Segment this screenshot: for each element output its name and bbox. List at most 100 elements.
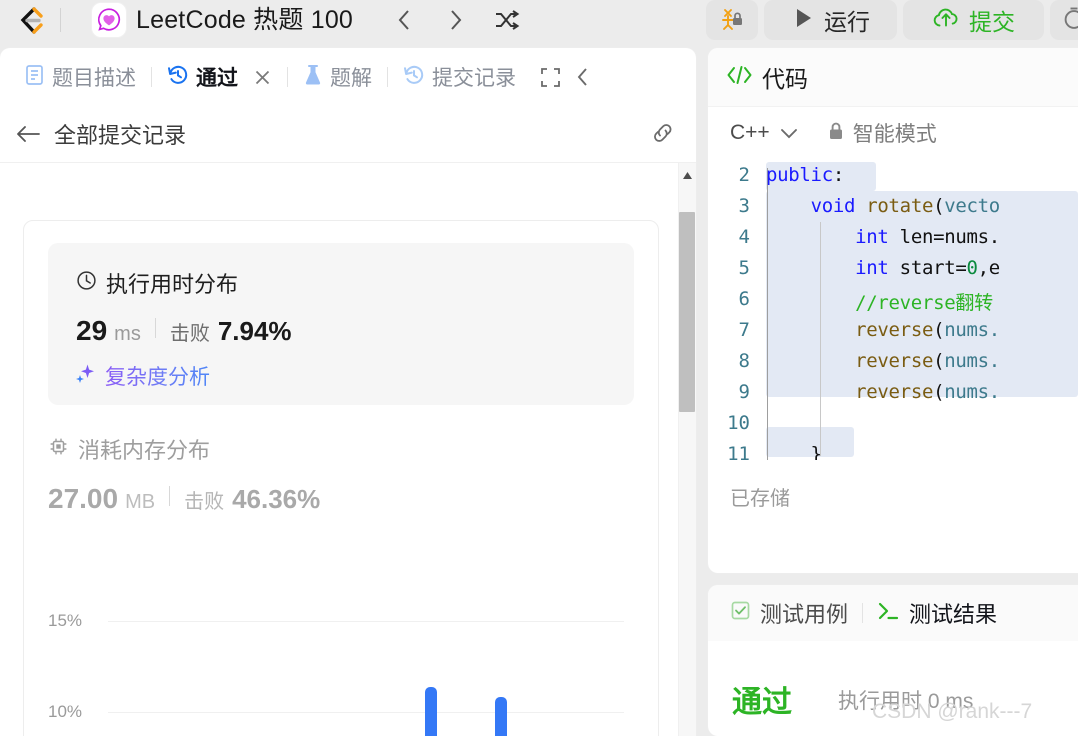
flask-icon (303, 64, 323, 91)
line-number: 5 (738, 257, 750, 279)
submit-button[interactable]: 提交 (903, 0, 1044, 40)
code-gutter: 2 3 4 5 6 7 8 9 10 11 12 (708, 160, 758, 460)
memory-beat-value: 46.36% (232, 484, 321, 514)
arrow-left-icon[interactable] (14, 120, 42, 148)
code-line: int start=0,e (855, 257, 1000, 279)
code-brackets-icon (726, 64, 753, 91)
line-number: 11 (727, 443, 750, 460)
tab-test-result[interactable]: 测试结果 (877, 597, 997, 629)
value-divider (154, 318, 156, 338)
tab-description-label: 题目描述 (52, 67, 136, 90)
code-line: void rotate(vecto (810, 195, 1001, 217)
tab-testcase-label: 测试用例 (760, 602, 849, 627)
tab-divider (862, 603, 864, 623)
collapse-left-icon[interactable] (567, 66, 599, 88)
close-icon[interactable] (253, 68, 272, 87)
submissions-title: 全部提交记录 (54, 123, 187, 148)
toolbar-divider (60, 8, 61, 32)
run-button-label: 运行 (824, 9, 870, 35)
code-editor[interactable]: 2 3 4 5 6 7 8 9 10 11 12 public: void ro… (708, 160, 1078, 460)
page-title: LeetCode 热题 100 (136, 6, 354, 34)
memory-value: 27.00 (48, 483, 119, 514)
memory-title: 消耗内存分布 (78, 438, 211, 463)
runtime-unit: ms (114, 323, 141, 345)
line-number: 7 (738, 319, 750, 341)
code-line: reverse(nums. (855, 350, 1000, 372)
chart-bar[interactable] (495, 697, 507, 736)
chart-ytick-label: 10% (48, 702, 83, 721)
code-panel: 代码 C++ 智能模式 2 3 4 5 6 7 8 9 10 11 public… (708, 48, 1078, 573)
line-number: 2 (738, 164, 750, 186)
tab-solutions[interactable]: 题解 (293, 57, 382, 97)
history-icon (167, 64, 189, 91)
chart-bar[interactable] (425, 687, 437, 736)
memory-beat-label: 击败 (184, 491, 225, 513)
left-panel: 题目描述 通过 题解 提交记录 全部提交记录 执行用时分布 29 ms 击败 7… (0, 48, 696, 736)
sparkle-icon (74, 362, 97, 390)
scrollbar-thumb[interactable] (679, 212, 695, 412)
verdict-status: 通过 (732, 686, 792, 719)
code-line: //reverse翻转 (766, 292, 993, 314)
heart-bubble-icon[interactable] (92, 3, 126, 37)
line-number: 9 (738, 381, 750, 403)
tab-testcase[interactable]: 测试用例 (730, 597, 848, 629)
memory-unit: MB (125, 491, 156, 513)
tab-submissions[interactable]: 提交记录 (393, 57, 526, 97)
tab-test-result-label: 测试结果 (909, 602, 998, 627)
run-button[interactable]: 运行 (764, 0, 897, 40)
code-panel-title: 代码 (762, 66, 808, 92)
line-number: 10 (727, 412, 750, 434)
memory-distribution-chart: 15% 10% (48, 571, 634, 736)
code-language-row: C++ 智能模式 (708, 106, 1078, 161)
code-line: reverse(nums. (855, 381, 1000, 403)
runtime-value-row: 29 ms 击败 7.94% (76, 315, 292, 347)
submission-subheader: 全部提交记录 (0, 106, 696, 163)
expand-icon[interactable] (534, 67, 567, 88)
tab-accepted[interactable]: 通过 (157, 57, 282, 97)
leetcode-logo-icon[interactable] (14, 6, 46, 36)
submission-detail-card: 执行用时分布 29 ms 击败 7.94% 复杂度分析 消耗内存分布 27.00… (23, 220, 659, 736)
debug-button[interactable] (706, 0, 758, 40)
line-number: 6 (738, 288, 750, 310)
runtime-value: 29 (76, 315, 108, 346)
code-line: public: (766, 164, 844, 186)
timer-button[interactable] (1050, 0, 1078, 40)
tab-submissions-label: 提交记录 (432, 67, 516, 90)
tab-accepted-label: 通过 (196, 67, 238, 90)
memory-value-row: 27.00 MB 击败 46.36% (48, 483, 320, 515)
code-panel-header: 代码 (708, 48, 1078, 107)
smart-mode-toggle[interactable]: 智能模式 (827, 118, 937, 148)
top-toolbar: LeetCode 热题 100 运行 提交 (0, 0, 1078, 40)
code-line: int len=nums. (855, 226, 1000, 248)
debug-lock-icon (719, 5, 745, 36)
saved-status: 已存储 (730, 488, 790, 510)
checkbox-icon (730, 600, 751, 626)
clock-icon (76, 270, 97, 296)
submission-scroll-content: 执行用时分布 29 ms 击败 7.94% 复杂度分析 消耗内存分布 27.00… (0, 163, 696, 736)
value-divider (169, 486, 171, 506)
code-line: } (766, 443, 822, 460)
tab-description[interactable]: 题目描述 (14, 57, 146, 97)
watermark: CSDN @rank---7 (872, 700, 1033, 723)
prev-problem-button[interactable] (388, 4, 422, 36)
chart-gridline (108, 712, 624, 713)
left-panel-tabbar: 题目描述 通过 题解 提交记录 (0, 48, 696, 106)
language-selector-label[interactable]: C++ (730, 121, 770, 145)
shuffle-icon[interactable] (490, 4, 524, 36)
tab-divider (151, 67, 152, 87)
line-number: 4 (738, 226, 750, 248)
play-icon (791, 6, 815, 35)
link-icon[interactable] (648, 118, 678, 148)
chevron-down-icon[interactable] (779, 126, 799, 140)
runtime-beat-label: 击败 (169, 323, 210, 345)
tab-divider (387, 67, 388, 87)
scroll-up-arrow-icon[interactable] (682, 167, 693, 179)
next-problem-button[interactable] (438, 4, 472, 36)
test-panel-tabs: 测试用例 测试结果 (708, 585, 1078, 641)
runtime-stat-box: 执行用时分布 29 ms 击败 7.94% 复杂度分析 (48, 243, 634, 405)
tab-divider (287, 67, 288, 87)
chip-icon (48, 436, 69, 462)
line-number: 3 (738, 195, 750, 217)
complexity-analysis-link[interactable]: 复杂度分析 (74, 361, 210, 391)
terminal-icon (877, 601, 900, 626)
